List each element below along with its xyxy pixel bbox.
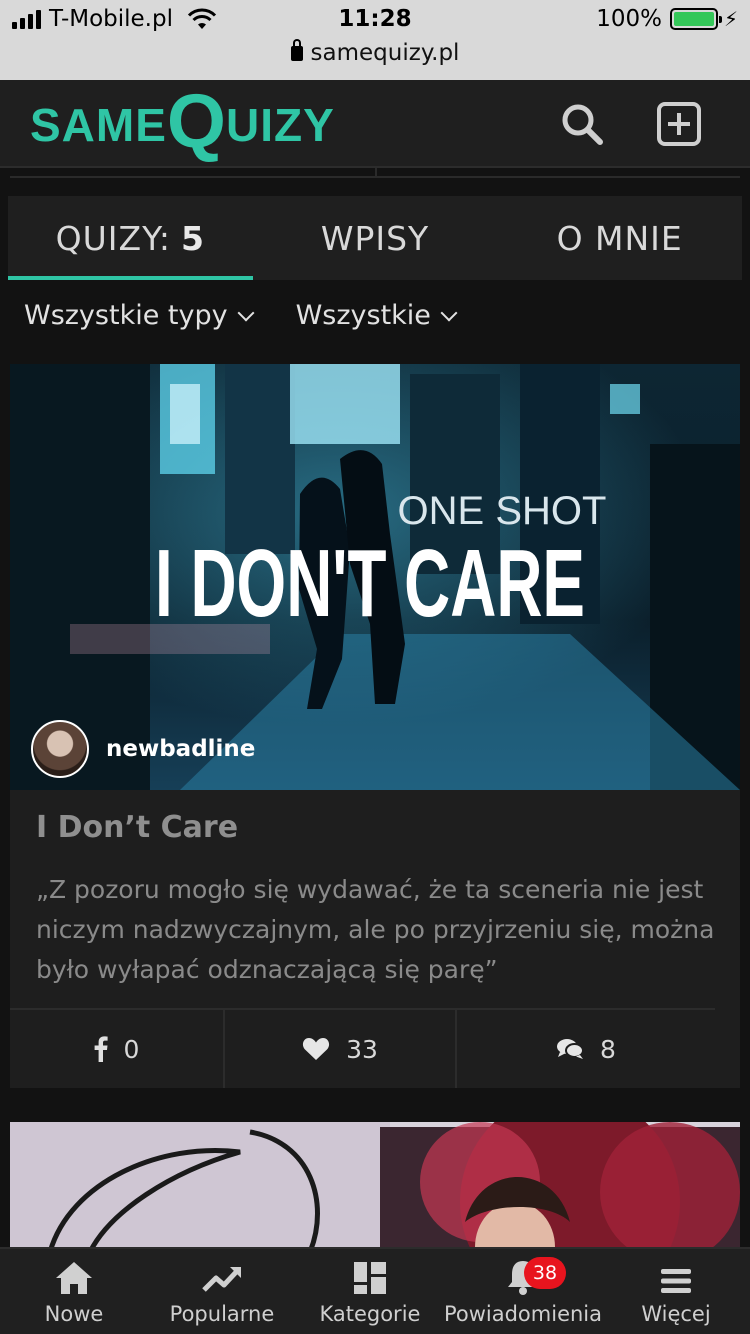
tab-o-mnie[interactable]: O MNIE [497,196,742,280]
quiz-stats: 0 33 8 [10,1010,715,1088]
author-avatar[interactable] [31,720,89,778]
facebook-share-button[interactable]: 0 [10,1010,225,1088]
chevron-down-icon [237,304,255,321]
quiz-description: „Z pozoru mogło się wydawać, że ta scene… [36,875,715,984]
search-icon[interactable] [558,100,606,148]
url-bar[interactable]: samequizy.pl [0,39,750,66]
next-quiz-card[interactable] [10,1122,740,1252]
lock-icon [290,39,303,61]
next-quiz-cover-image [10,1122,740,1252]
comment-count: 8 [600,1034,616,1064]
trending-icon [202,1267,241,1292]
nav-kategorie[interactable]: Kategorie [296,1249,444,1334]
nav-wiecej[interactable]: Więcej [602,1249,750,1334]
bottom-navigation: Nowe Popularne Kategorie Powiadomienia 3… [0,1247,750,1334]
nav-popularne[interactable]: Popularne [148,1249,296,1334]
home-icon [55,1262,92,1294]
comments-button[interactable]: 8 [457,1010,715,1088]
samequizy-logo[interactable]: SAME Q UIZY [30,84,335,160]
profile-tabs: QUIZY: 5 WPISY O MNIE [8,196,742,280]
quiz-title[interactable]: I Don’t Care [36,810,238,845]
battery-percent: 100% [596,6,662,32]
url-text: samequizy.pl [310,40,460,66]
quiz-count: 5 [181,218,205,258]
quiz-card[interactable]: ONE SHOT I DON'T CARE newbadline I Don’t… [10,364,740,1088]
tab-quizy[interactable]: QUIZY: 5 [8,196,253,280]
author-name[interactable]: newbadline [106,736,255,762]
heart-icon [303,1038,330,1060]
type-filter-dropdown[interactable]: Wszystkie typy [24,300,255,331]
scope-filter-dropdown[interactable]: Wszystkie [296,300,458,331]
notification-badge: 38 [523,1257,566,1289]
comments-icon [557,1039,585,1059]
like-count: 33 [346,1034,378,1064]
battery-icon [669,8,722,30]
chevron-down-icon [440,304,458,321]
status-bar: T-Mobile.pl 11:28 100% ⚡ samequizy.pl [0,0,750,80]
nav-nowe[interactable]: Nowe [0,1249,148,1334]
share-count: 0 [123,1034,140,1064]
menu-icon [660,1269,691,1293]
cover-artwork: ONE SHOT I DON'T CARE [10,364,740,790]
nav-powiadomienia[interactable]: Powiadomienia 38 [444,1249,602,1334]
filters: Wszystkie typy Wszystkie [24,300,458,331]
cover-title: I DON'T CARE [155,530,585,637]
like-button[interactable]: 33 [225,1010,457,1088]
facebook-icon [94,1036,108,1062]
add-quiz-icon[interactable] [655,100,703,148]
quiz-cover-image[interactable]: ONE SHOT I DON'T CARE newbadline [10,364,740,790]
cover-kicker: ONE SHOT [398,489,607,533]
app-header: SAME Q UIZY [0,80,750,168]
grid-icon [353,1262,386,1294]
header-divider [10,168,740,178]
tab-wpisy[interactable]: WPISY [253,196,498,280]
charging-icon: ⚡ [723,7,738,31]
